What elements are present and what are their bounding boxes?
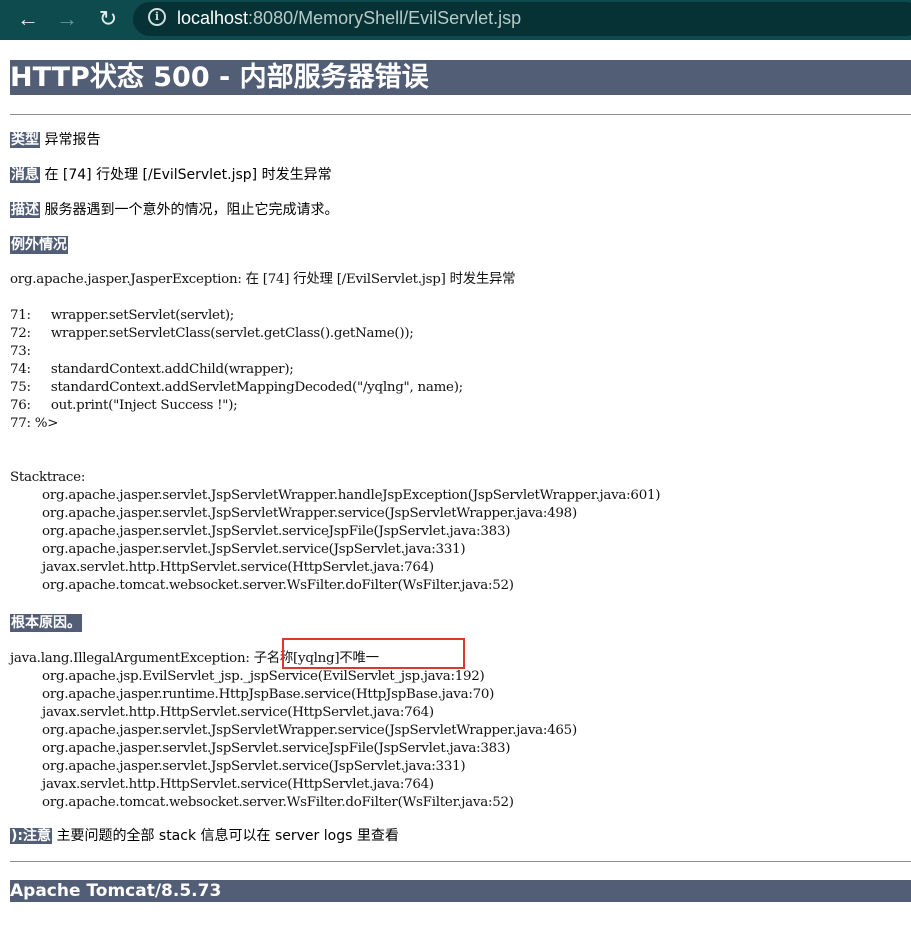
exception-trace: org.apache.jasper.JasperException: 在 [74… — [10, 271, 660, 595]
trace-line — [10, 433, 660, 451]
trace-line: 72: wrapper.setServletClass(servlet.getC… — [10, 326, 414, 341]
trace-line: org.apache.tomcat.websocket.server.WsFil… — [10, 795, 514, 810]
description-label: 描述 — [10, 202, 40, 218]
trace-line: 74: standardContext.addChild(wrapper); — [10, 362, 294, 377]
trace-line: org.apache.jasper.servlet.JspServletWrap… — [10, 488, 661, 503]
note-row: ):注意 主要问题的全部 stack 信息可以在 server logs 里查看 — [10, 827, 399, 845]
trace-line: Stacktrace: — [10, 470, 86, 485]
url-path: :8080/MemoryShell/EvilServlet.jsp — [248, 8, 522, 28]
description-row: 描述 服务器遇到一个意外的情况，阻止它完成请求。 — [10, 201, 338, 219]
forward-button[interactable]: → — [53, 6, 81, 32]
trace-line: org.apache.jasper.runtime.HttpJspBase.se… — [10, 687, 495, 702]
trace-line: 76: out.print("Inject Success !"); — [10, 398, 238, 413]
address-url[interactable]: localhost:8080/MemoryShell/EvilServlet.j… — [177, 7, 521, 29]
server-version: Apache Tomcat/8.5.73 — [10, 881, 222, 901]
message-label: 消息 — [10, 167, 40, 183]
type-row: 类型 异常报告 — [10, 131, 100, 149]
back-button[interactable]: ← — [14, 6, 42, 32]
trace-line: 73: — [10, 344, 35, 359]
trace-line: org.apache.jasper.servlet.JspServlet.ser… — [10, 759, 466, 774]
arrow-right-icon: → — [56, 6, 78, 31]
trace-line: 71: wrapper.setServlet(servlet); — [10, 308, 235, 323]
trace-line: org.apache.jasper.servlet.JspServlet.ser… — [10, 542, 466, 557]
trace-line — [10, 451, 660, 469]
divider — [10, 114, 911, 115]
root-cause-trace: java.lang.IllegalArgumentException: 子名称[… — [10, 650, 577, 812]
trace-line: org.apache.jasper.servlet.JspServletWrap… — [10, 506, 577, 521]
site-info-icon[interactable]: i — [148, 8, 166, 26]
trace-line: javax.servlet.http.HttpServlet.service(H… — [10, 705, 434, 720]
trace-line: org.apache.jasper.servlet.JspServlet.ser… — [10, 741, 511, 756]
arrow-left-icon: ← — [17, 6, 39, 31]
root-cause-heading: 根本原因。 — [10, 614, 82, 632]
trace-line: org.apache.jasper.servlet.JspServletWrap… — [10, 723, 577, 738]
trace-line: 77: %> — [10, 416, 59, 431]
reload-icon: ↻ — [98, 6, 118, 31]
message-value: 在 [74] 行处理 [/EvilServlet.jsp] 时发生异常 — [44, 167, 332, 183]
highlight-box — [282, 638, 465, 669]
trace-line: org.apache.tomcat.websocket.server.WsFil… — [10, 578, 514, 593]
url-host: localhost — [177, 8, 249, 28]
message-row: 消息 在 [74] 行处理 [/EvilServlet.jsp] 时发生异常 — [10, 166, 332, 184]
divider — [10, 861, 911, 862]
trace-line: javax.servlet.http.HttpServlet.service(H… — [10, 777, 434, 792]
type-label: 类型 — [10, 132, 40, 148]
trace-line: org.apache.jasper.JasperException: 在 [74… — [10, 272, 516, 287]
exception-heading: 例外情况 — [10, 236, 68, 254]
note-label: ):注意 — [10, 828, 52, 844]
page-title: HTTP状态 500 - 内部服务器错误 — [10, 62, 429, 93]
description-value: 服务器遇到一个意外的情况，阻止它完成请求。 — [44, 202, 339, 218]
note-value: 主要问题的全部 stack 信息可以在 server logs 里查看 — [56, 828, 399, 844]
type-value: 异常报告 — [44, 132, 101, 148]
trace-line — [10, 289, 660, 307]
trace-line: 75: standardContext.addServletMappingDec… — [10, 380, 463, 395]
trace-line: org.apache.jasper.servlet.JspServlet.ser… — [10, 524, 511, 539]
trace-line: javax.servlet.http.HttpServlet.service(H… — [10, 560, 434, 575]
reload-button[interactable]: ↻ — [94, 6, 122, 32]
trace-line: org.apache.jsp.EvilServlet_jsp._jspServi… — [10, 669, 485, 684]
